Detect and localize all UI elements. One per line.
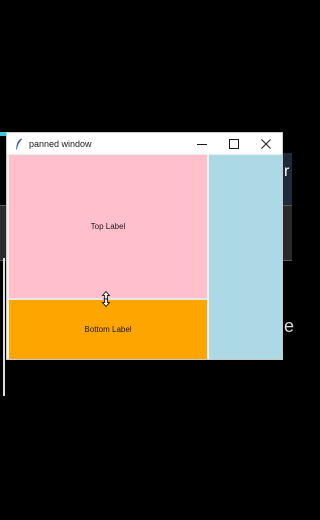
maximize-button[interactable]	[218, 133, 250, 154]
title-bar[interactable]: panned window	[7, 133, 282, 154]
minimize-button[interactable]	[186, 133, 218, 154]
window-title: panned window	[29, 138, 92, 149]
bottom-pane: Bottom Label	[9, 300, 207, 359]
bottom-label: Bottom Label	[84, 325, 132, 334]
top-pane: Top Label	[9, 155, 207, 298]
resize-cursor-icon	[101, 291, 111, 307]
desktop-right-text-top: r	[284, 163, 290, 180]
close-button[interactable]	[250, 133, 282, 154]
right-pane	[209, 155, 282, 359]
minimize-icon	[197, 143, 207, 145]
feather-icon	[11, 133, 27, 154]
desktop-left-divider	[3, 258, 5, 396]
window-client-area: Top Label Bottom Label	[7, 154, 282, 359]
desktop-right-text: e	[284, 316, 295, 336]
top-label: Top Label	[90, 222, 126, 231]
paned-window: panned window Top Label Bottom Label	[6, 132, 283, 360]
maximize-icon	[229, 138, 239, 149]
close-icon	[261, 138, 271, 149]
desktop-right-panel-lower	[282, 205, 292, 261]
